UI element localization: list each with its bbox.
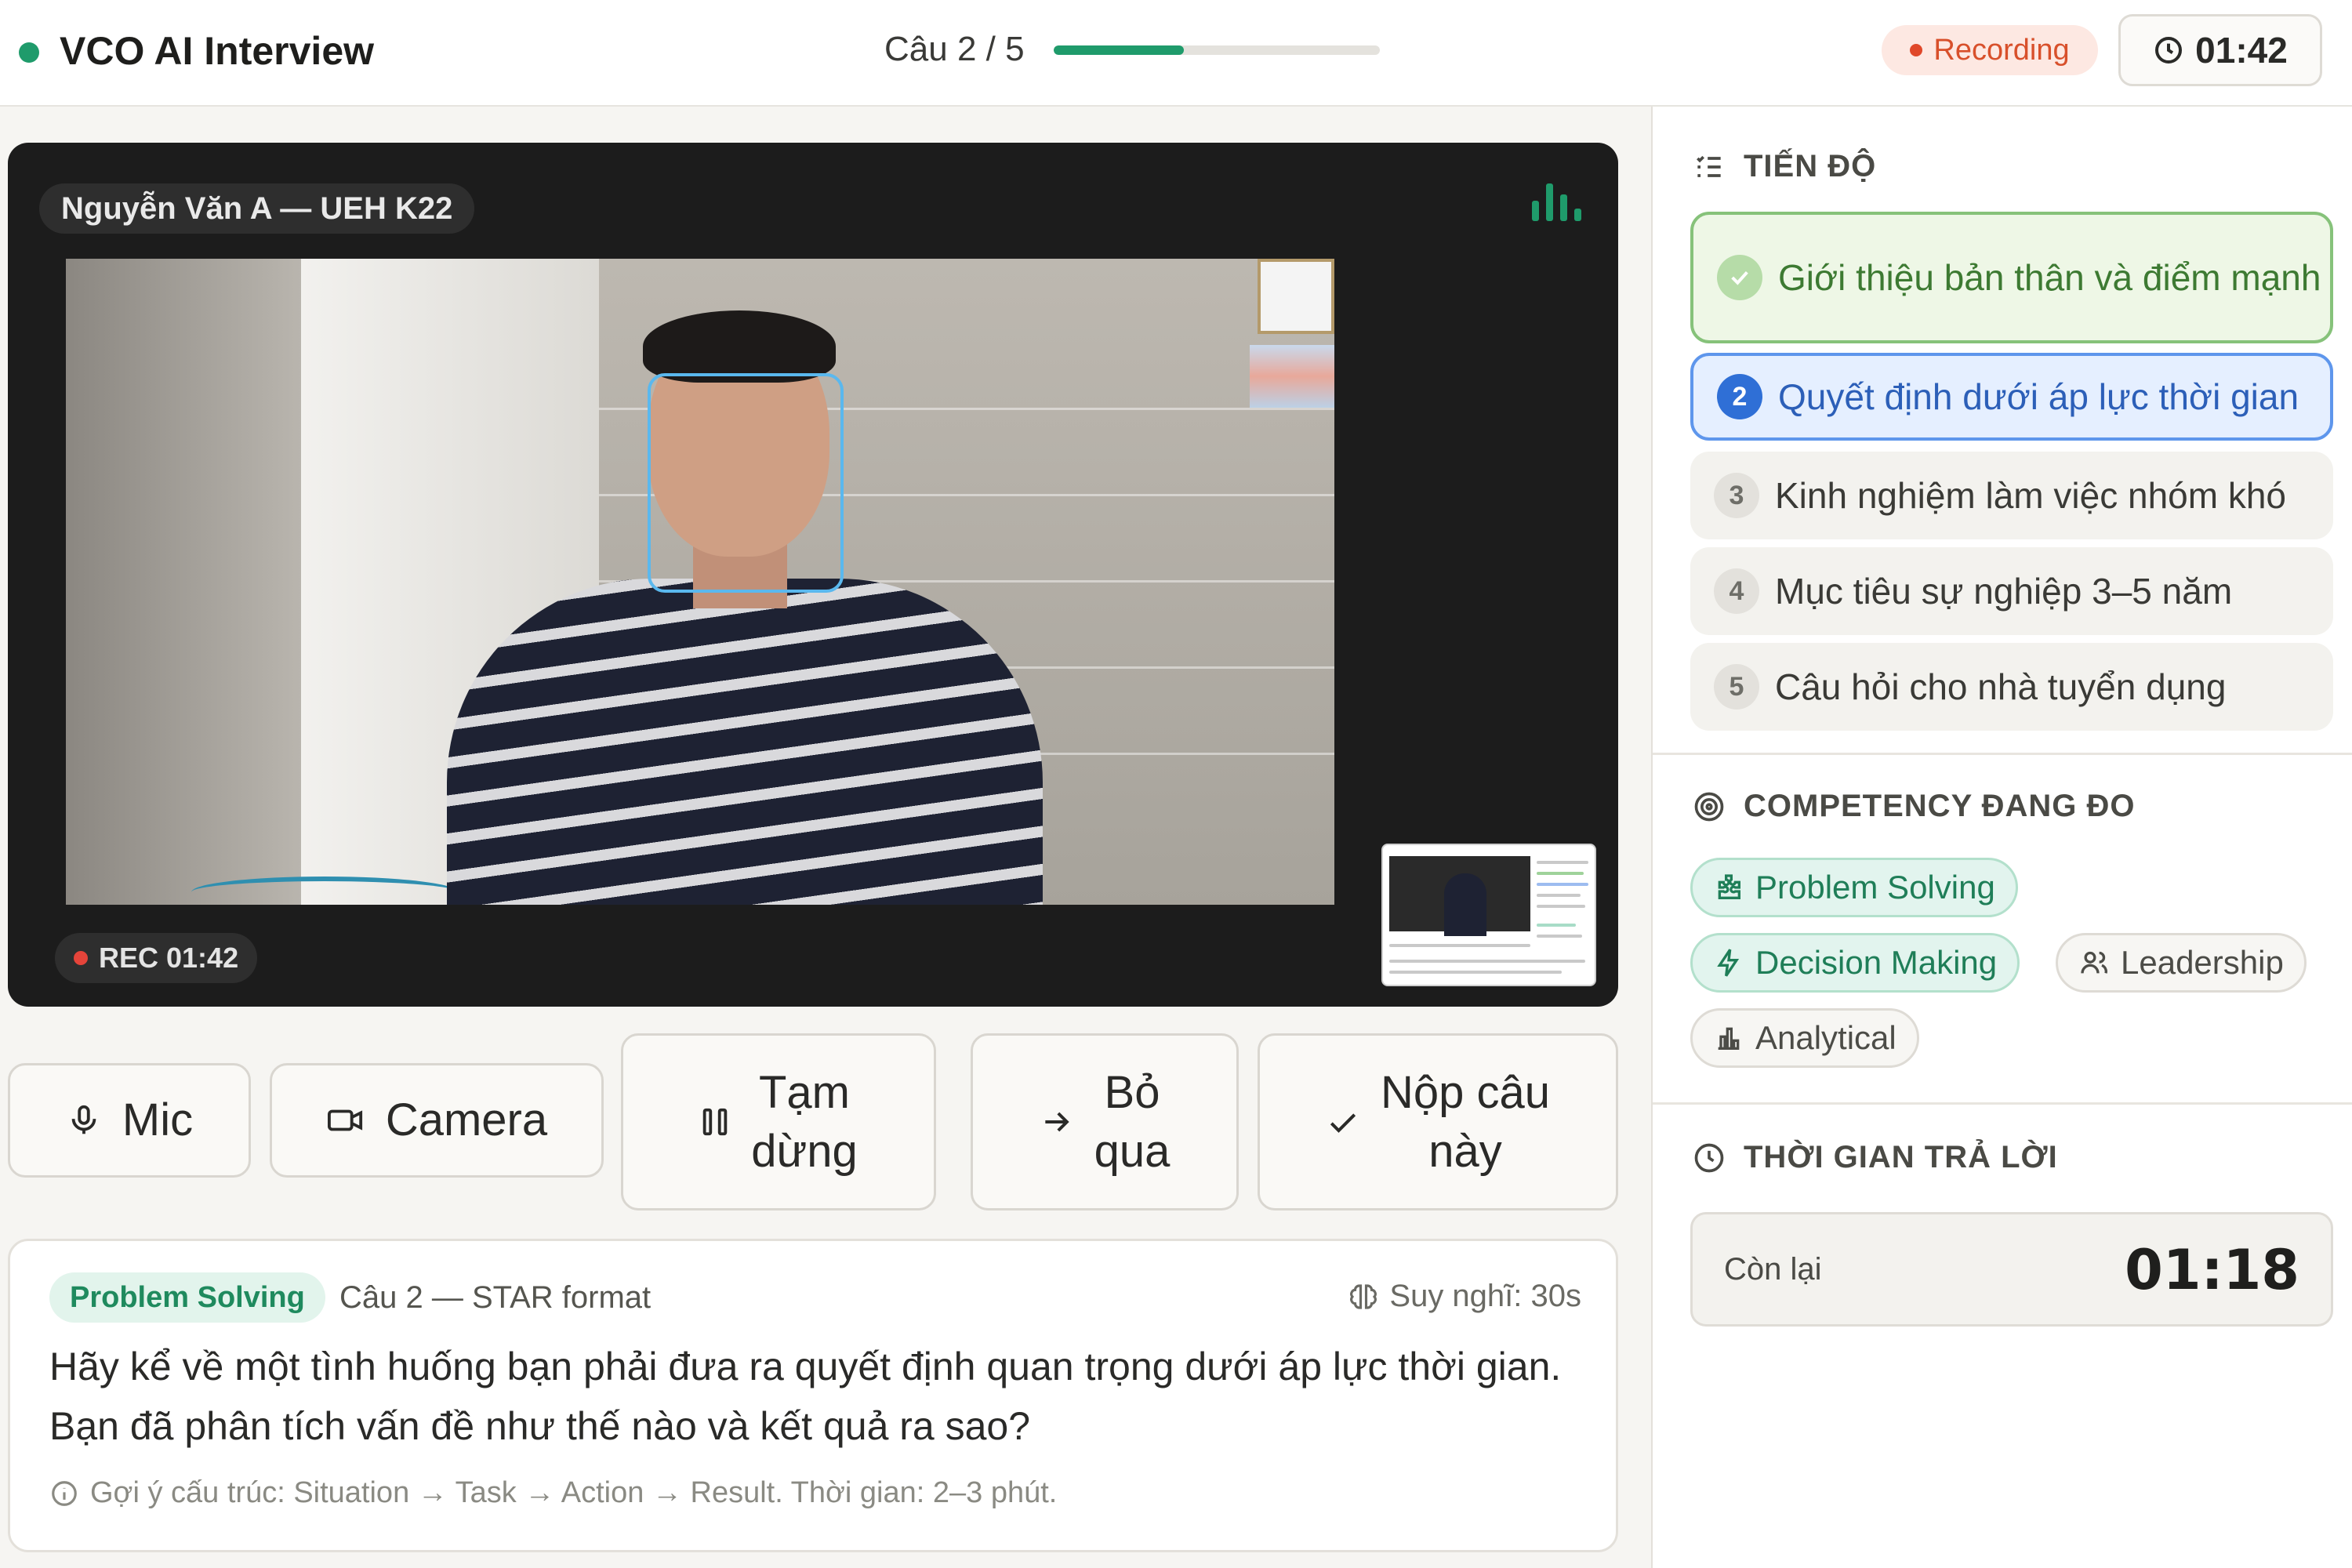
pause-icon bbox=[702, 1108, 728, 1136]
step-number: 2 bbox=[1717, 374, 1762, 419]
pause-button-label: Tạm dừng bbox=[751, 1066, 858, 1177]
competency-tag-analytical: Analytical bbox=[1690, 1008, 1919, 1068]
rec-indicator: REC 01:42 bbox=[55, 933, 258, 983]
question-progress-fill bbox=[1054, 45, 1185, 55]
camera-icon bbox=[327, 1109, 362, 1131]
progress-step-4[interactable]: 4 Mục tiêu sự nghiệp 3–5 năm bbox=[1690, 547, 2333, 635]
mic-icon bbox=[71, 1105, 96, 1134]
question-card: Problem Solving Câu 2 — STAR format Suy … bbox=[8, 1239, 1618, 1552]
competency-tag-decision-making: Decision Making bbox=[1690, 933, 2020, 993]
submit-answer-label: Nộp câu này bbox=[1380, 1066, 1551, 1177]
question-text: Hãy kể về một tình huống bạn phải đưa ra… bbox=[49, 1345, 1562, 1448]
screen-preview-thumbnail[interactable] bbox=[1381, 844, 1596, 986]
progress-step-label: Kinh nghiệm làm việc nhóm khó bbox=[1775, 475, 2286, 516]
app-title: VCO AI Interview bbox=[60, 29, 375, 73]
structure-hint-text: Gợi ý cấu trúc: Situation → Task → Actio… bbox=[90, 1476, 1058, 1509]
mic-button[interactable]: Mic bbox=[8, 1063, 251, 1178]
question-competency-badge: Problem Solving bbox=[49, 1272, 325, 1323]
progress-step-label: Mục tiêu sự nghiệp 3–5 năm bbox=[1775, 571, 2233, 612]
competency-section-heading: COMPETENCY ĐANG ĐO bbox=[1692, 789, 2136, 824]
video-panel: Nguyễn Văn A — UEH K22 REC 01:42 bbox=[8, 143, 1618, 1007]
submit-answer-button[interactable]: Nộp câu này bbox=[1258, 1033, 1618, 1210]
recording-label: Recording bbox=[1933, 33, 2070, 67]
progress-step-1[interactable]: Giới thiệu bản thân và điểm mạnh bbox=[1690, 212, 2333, 343]
skip-button-label: Bỏ qua bbox=[1094, 1066, 1171, 1177]
camera-button-label: Camera bbox=[385, 1094, 548, 1146]
rec-dot-icon bbox=[74, 951, 88, 965]
skip-button[interactable]: Bỏ qua bbox=[971, 1033, 1239, 1210]
question-progress-bar bbox=[1054, 45, 1380, 55]
check-icon bbox=[1330, 1113, 1356, 1133]
structure-hint: Gợi ý cấu trúc: Situation → Task → Actio… bbox=[49, 1476, 1057, 1510]
camera-button[interactable]: Camera bbox=[270, 1063, 604, 1178]
competency-tag-leadership: Leadership bbox=[2056, 933, 2307, 993]
audio-level-icon bbox=[1532, 183, 1581, 221]
remaining-time-value: 01:18 bbox=[2125, 1238, 2299, 1302]
brain-icon bbox=[1350, 1283, 1377, 1309]
target-icon bbox=[1694, 792, 1724, 821]
mic-button-label: Mic bbox=[122, 1094, 194, 1146]
clock-icon bbox=[1694, 1143, 1724, 1172]
recording-badge: Recording bbox=[1882, 25, 2098, 75]
progress-step-label: Giới thiệu bản thân và điểm mạnh bbox=[1778, 257, 2321, 298]
question-progress-label: Câu 2 / 5 bbox=[884, 30, 1025, 68]
thinking-time-label: Suy nghĩ: 30s bbox=[1389, 1279, 1581, 1313]
session-timer: 01:42 bbox=[2118, 14, 2322, 86]
progress-step-label: Quyết định dưới áp lực thời gian bbox=[1778, 376, 2299, 417]
progress-step-label: Câu hỏi cho nhà tuyển dụng bbox=[1775, 666, 2227, 707]
competency-tag-problem-solving: Problem Solving bbox=[1690, 858, 2018, 917]
face-detection-box bbox=[648, 373, 844, 593]
thinking-time: Suy nghĩ: 30s bbox=[1347, 1279, 1581, 1314]
candidate-body bbox=[447, 579, 1043, 905]
camera-feed bbox=[66, 259, 1334, 905]
progress-step-2[interactable]: 2 Quyết định dưới áp lực thời gian bbox=[1690, 353, 2333, 441]
top-bar: VCO AI Interview Câu 2 / 5 Recording 01:… bbox=[0, 0, 2352, 107]
remaining-time-box: Còn lại 01:18 bbox=[1690, 1212, 2333, 1327]
candidate-name-tag: Nguyễn Văn A — UEH K22 bbox=[39, 183, 475, 234]
session-timer-value: 01:42 bbox=[2195, 30, 2288, 71]
bar-chart-icon bbox=[1718, 1027, 1740, 1050]
pause-button[interactable]: Tạm dừng bbox=[621, 1033, 936, 1210]
answer-time-heading: THỜI GIAN TRẢ LỜI bbox=[1692, 1140, 2058, 1175]
list-icon bbox=[1697, 155, 1721, 177]
progress-step-3[interactable]: 3 Kinh nghiệm làm việc nhóm khó bbox=[1690, 452, 2333, 539]
puzzle-icon bbox=[1718, 874, 1740, 899]
clock-icon bbox=[2155, 37, 2183, 64]
brand-status-dot bbox=[19, 42, 39, 63]
info-icon bbox=[52, 1480, 77, 1506]
progress-section-heading: TIẾN ĐỘ bbox=[1692, 149, 1876, 184]
step-number: 5 bbox=[1714, 664, 1759, 710]
step-number: 3 bbox=[1714, 473, 1759, 518]
lightning-icon bbox=[1717, 949, 1740, 977]
wall-notice bbox=[1258, 259, 1334, 334]
arrow-right-icon bbox=[1044, 1112, 1069, 1132]
right-sidebar: TIẾN ĐỘ Giới thiệu bản thân và điểm mạnh… bbox=[1653, 107, 2352, 1568]
question-meta: Câu 2 — STAR format bbox=[339, 1280, 652, 1315]
check-circle-icon bbox=[1717, 255, 1762, 300]
progress-step-5[interactable]: 5 Câu hỏi cho nhà tuyển dụng bbox=[1690, 643, 2333, 731]
rec-label: REC 01:42 bbox=[99, 942, 239, 974]
recording-dot-icon bbox=[1910, 44, 1923, 56]
step-number: 4 bbox=[1714, 568, 1759, 614]
remaining-time-label: Còn lại bbox=[1724, 1252, 1822, 1287]
users-icon bbox=[2081, 951, 2107, 974]
